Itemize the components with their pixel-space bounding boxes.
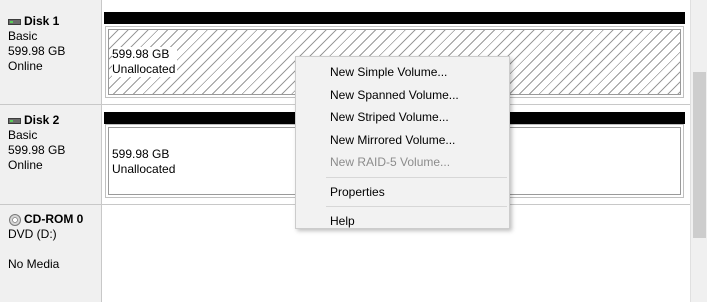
disk-1-title: Disk 1 [8,14,65,29]
menu-new-striped-volume[interactable]: New Striped Volume... [296,106,509,129]
vertical-scrollbar[interactable] [690,0,707,302]
cdrom-name: CD-ROM 0 [24,212,84,226]
cdrom-title: CD-ROM 0 [8,212,83,227]
disk-2-name: Disk 2 [24,113,60,127]
cdrom-info[interactable]: CD-ROM 0 DVD (D:) No Media [8,212,83,272]
disk-1-volume-size: 599.98 GB [112,47,170,61]
menu-new-raid5-volume: New RAID-5 Volume... [330,155,451,169]
disk-1-type: Basic [8,29,38,43]
disk-1-volume-text: 599.98 GB Unallocated [112,47,178,77]
menu-new-mirrored-volume[interactable]: New Mirrored Volume... [296,129,509,152]
menu-separator [326,206,507,207]
menu-properties[interactable]: Properties [296,181,509,204]
menu-new-spanned-volume[interactable]: New Spanned Volume... [296,84,509,107]
disk-2-type: Basic [8,128,38,142]
disk-2-volume-state: Unallocated [112,162,176,176]
cdrom-media: No Media [8,257,60,271]
disk-2-title: Disk 2 [8,113,65,128]
scrollbar-thumb[interactable] [693,72,706,238]
disk-1-volume-state: Unallocated [112,62,176,76]
context-menu: New Simple Volume... New Spanned Volume.… [295,56,510,229]
hard-disk-icon [8,17,22,27]
hard-disk-icon [8,116,22,126]
disk-1-status: Online [8,59,43,73]
disk-1-volume-header [104,12,685,24]
disk-2-size: 599.98 GB [8,143,66,157]
menu-separator [326,176,507,178]
disk-2-info[interactable]: Disk 2 Basic 599.98 GB Online [8,113,65,173]
menu-help[interactable]: Help [296,210,509,233]
disk-map-pane: Disk 1 Basic 599.98 GB Online 599.98 GB … [0,0,707,302]
menu-new-simple-volume[interactable]: New Simple Volume... [296,61,509,84]
disk-1-info[interactable]: Disk 1 Basic 599.98 GB Online [8,14,65,74]
cdrom-type: DVD (D:) [8,227,57,241]
cd-rom-icon [8,213,22,227]
disk-2-volume-size: 599.98 GB [112,147,170,161]
disk-2-volume-text: 599.98 GB Unallocated [112,147,178,177]
disk-1-name: Disk 1 [24,14,60,28]
disk-1-size: 599.98 GB [8,44,66,58]
disk-2-status: Online [8,158,43,172]
